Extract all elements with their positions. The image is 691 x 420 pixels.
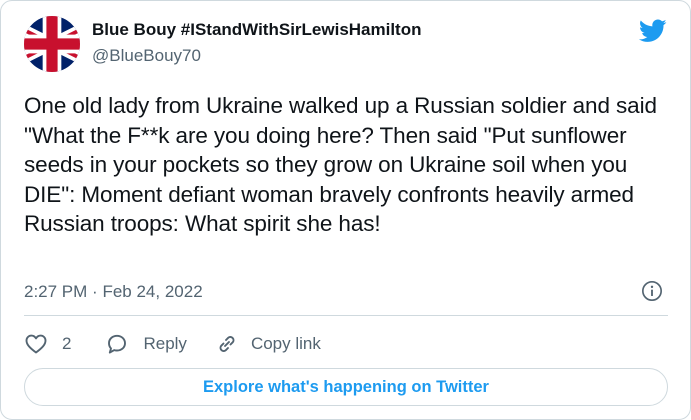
tweet-timestamp[interactable]: 2:27 PM · Feb 24, 2022 <box>24 282 203 302</box>
avatar[interactable] <box>24 16 80 72</box>
author-handle[interactable]: @BlueBouy70 <box>92 46 201 66</box>
tweet-date[interactable]: Feb 24, 2022 <box>102 282 202 301</box>
author-name[interactable]: Blue Bouy #IStandWithSirLewisHamilton <box>92 20 422 40</box>
heart-icon <box>25 334 47 354</box>
tweet-text: One old lady from Ukraine walked up a Ru… <box>24 93 657 236</box>
action-bar: 2 Reply Copy link <box>24 331 321 357</box>
link-icon <box>219 336 235 352</box>
like-button[interactable]: 2 <box>24 332 71 356</box>
tweet-time[interactable]: 2:27 PM <box>24 282 87 301</box>
reply-label: Reply <box>143 334 187 353</box>
explore-twitter-button[interactable]: Explore what's happening on Twitter <box>24 368 668 406</box>
copy-link-label: Copy link <box>250 334 321 353</box>
copy-link-button[interactable]: Copy link <box>215 332 321 356</box>
reply-bubble-icon <box>108 334 127 354</box>
divider <box>24 315 668 316</box>
info-icon[interactable] <box>641 280 663 302</box>
timestamp-separator: · <box>92 282 98 301</box>
tweet-card: Blue Bouy #IStandWithSirLewisHamilton @B… <box>0 0 691 420</box>
like-count: 2 <box>62 334 72 353</box>
reply-button[interactable]: Reply <box>105 332 187 356</box>
union-jack-flag-icon <box>24 16 80 72</box>
twitter-bird-icon[interactable] <box>639 19 667 43</box>
